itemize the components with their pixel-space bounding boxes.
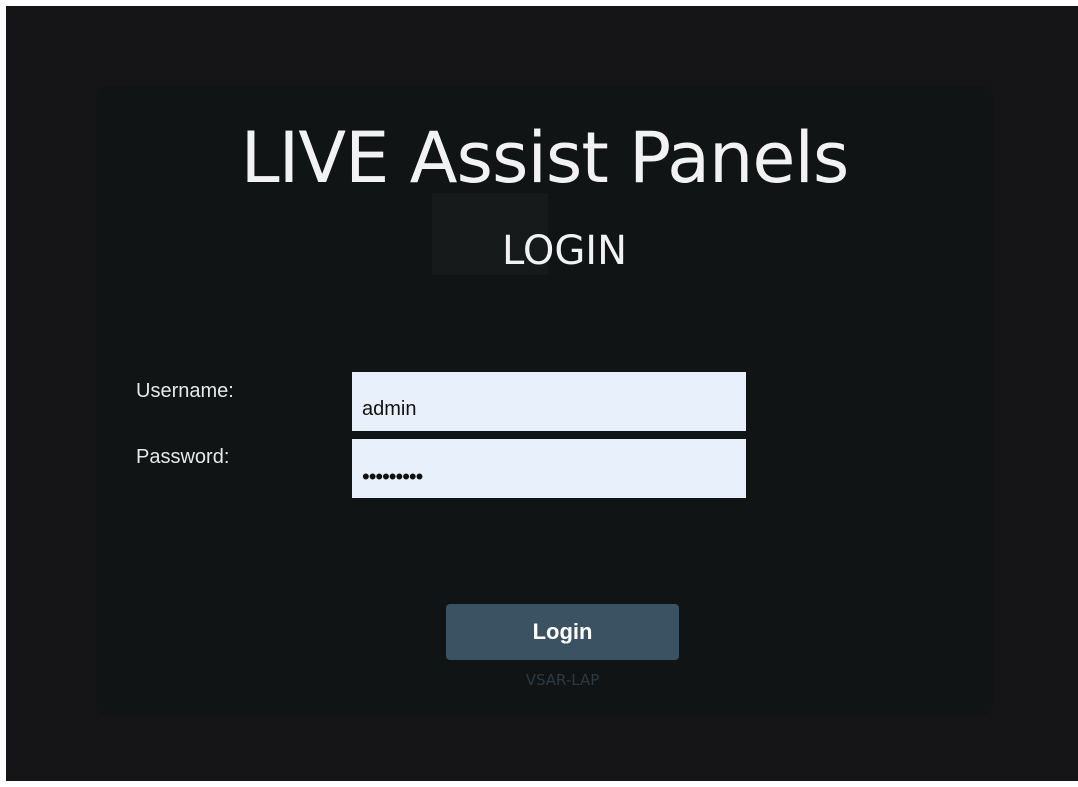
username-field[interactable] <box>352 372 746 431</box>
host-name-label: VSAR-LAP <box>525 671 600 689</box>
login-panel: LIVE Assist Panels LOGIN Username: Passw… <box>96 86 993 715</box>
login-heading: LOGIN <box>501 228 628 274</box>
app-title: LIVE Assist Panels <box>240 117 850 199</box>
login-button[interactable]: Login <box>446 604 679 660</box>
app-window: LIVE Assist Panels LOGIN Username: Passw… <box>6 6 1078 781</box>
password-field[interactable] <box>352 439 746 498</box>
username-label: Username: <box>136 380 234 402</box>
password-label: Password: <box>136 446 230 468</box>
